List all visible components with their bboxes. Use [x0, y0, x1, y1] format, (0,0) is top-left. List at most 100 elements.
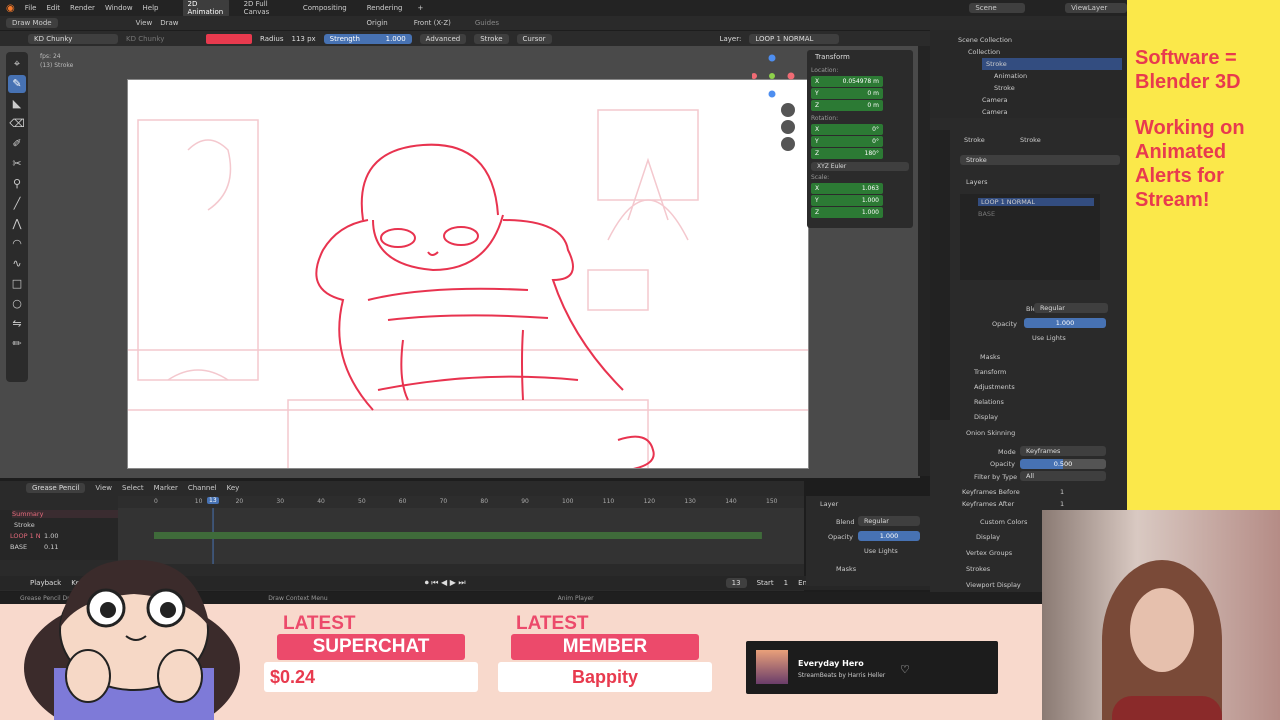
opacity-field[interactable]: 1.000 [1024, 318, 1106, 328]
channel-summary[interactable]: Summary [12, 510, 118, 518]
menu-help[interactable]: Help [143, 4, 159, 12]
navigation-gizmo[interactable] [752, 52, 798, 152]
add-workspace-icon[interactable]: + [417, 4, 423, 12]
outliner-camera-data[interactable]: Camera [982, 106, 1008, 118]
outliner-camera[interactable]: Camera [982, 94, 1008, 106]
dope-view-menu[interactable]: View [95, 484, 112, 492]
tab-rendering[interactable]: Rendering [362, 2, 408, 14]
dope-channel-menu[interactable]: Channel [188, 484, 217, 492]
object-name-field[interactable]: Stroke [960, 155, 1120, 165]
color-swatch[interactable] [206, 33, 252, 44]
section-strokes[interactable]: Strokes [966, 565, 990, 573]
scale-x-field[interactable]: X 1.063 [811, 183, 883, 194]
layer-row-loop1[interactable]: LOOP 1 NORMAL [978, 198, 1094, 206]
rotation-x-field[interactable]: X 0° [811, 124, 883, 135]
section-transform[interactable]: Transform [974, 368, 1006, 376]
dope-key-menu[interactable]: Key [227, 484, 240, 492]
filter-dropdown[interactable]: All [1020, 471, 1106, 481]
onion-skinning-title[interactable]: Onion Skinning [966, 429, 1015, 437]
use-lights-checkbox[interactable]: Use Lights [1032, 334, 1066, 342]
kf-after-field[interactable]: 1 [1060, 500, 1064, 508]
section-vertex-groups[interactable]: Vertex Groups [966, 549, 1012, 557]
box-tool-icon[interactable]: □ [8, 275, 26, 293]
section-adjustments[interactable]: Adjustments [974, 383, 1015, 391]
kf-before-field[interactable]: 1 [1060, 488, 1064, 496]
mode-selector[interactable]: Draw Mode [6, 18, 58, 28]
circle-tool-icon[interactable]: ○ [8, 295, 26, 313]
channel-stroke[interactable]: Stroke [14, 521, 35, 529]
blend-dropdown[interactable]: Regular [1034, 303, 1108, 313]
rotation-y-field[interactable]: Y 0° [811, 136, 883, 147]
channel-loop1-value[interactable]: 1.00 [44, 532, 58, 540]
annotate-tool-icon[interactable]: ✏ [8, 335, 26, 353]
custom-colors-checkbox[interactable]: Custom Colors [980, 518, 1027, 526]
current-frame-indicator[interactable]: 13 [207, 497, 219, 504]
section-display[interactable]: Display [974, 413, 998, 421]
location-z-field[interactable]: Z0 m [811, 100, 883, 111]
tab-compositing[interactable]: Compositing [298, 2, 352, 14]
layer-opacity-field[interactable]: 1.000 [858, 531, 920, 541]
rotation-mode-dropdown[interactable]: XYZ Euler [811, 162, 909, 171]
interpolate-tool-icon[interactable]: ⇋ [8, 315, 26, 333]
scale-y-field[interactable]: Y 1.000 [811, 195, 883, 206]
arc-tool-icon[interactable]: ◠ [8, 235, 26, 253]
cursor-dropdown[interactable]: Cursor [516, 33, 552, 44]
play-controls[interactable]: ⏺ ⏮ ◀ ▶ ⏭ [425, 578, 466, 588]
section-display-2[interactable]: Display [976, 533, 1000, 541]
origin-selector[interactable]: Origin [367, 19, 388, 27]
breadcrumb-object[interactable]: Stroke [964, 136, 985, 144]
guides-toggle[interactable]: Guides [475, 19, 499, 27]
radius-field[interactable]: 113 px [291, 35, 315, 43]
menu-file[interactable]: File [25, 4, 37, 12]
scene-selector[interactable]: Scene [969, 3, 1026, 13]
view-menu[interactable]: View [136, 19, 153, 27]
channel-loop1[interactable]: LOOP 1 N [10, 532, 41, 540]
section-viewport-display[interactable]: Viewport Display [966, 581, 1021, 589]
dope-marker-menu[interactable]: Marker [154, 484, 178, 492]
advanced-dropdown[interactable]: Advanced [419, 33, 467, 44]
channel-base-value[interactable]: 0.11 [44, 543, 58, 551]
outliner-animation[interactable]: Animation [994, 70, 1027, 82]
menu-window[interactable]: Window [105, 4, 133, 12]
rotation-z-field[interactable]: Z 180° [811, 148, 883, 159]
scale-z-field[interactable]: Z 1.000 [811, 207, 883, 218]
brush-preset[interactable]: KD Chunky [126, 35, 198, 43]
layers-title[interactable]: Layers [966, 178, 988, 186]
menu-edit[interactable]: Edit [46, 4, 60, 12]
editor-mode-dropdown[interactable]: Grease Pencil [26, 483, 86, 493]
camera-canvas[interactable] [127, 79, 809, 469]
line-tool-icon[interactable]: ╱ [8, 195, 26, 213]
fill-tool-icon[interactable]: ◣ [8, 95, 26, 113]
location-y-field[interactable]: Y0 m [811, 88, 883, 99]
select-tool-icon[interactable]: ⌖ [8, 55, 26, 73]
eyedropper-tool-icon[interactable]: ⚲ [8, 175, 26, 193]
curve-tool-icon[interactable]: ∿ [8, 255, 26, 273]
outliner-stroke[interactable]: Stroke [982, 58, 1122, 70]
strength-field[interactable]: Strength 1.000 [323, 33, 412, 44]
outliner-scene-collection[interactable]: Scene Collection [958, 34, 1012, 46]
blender-logo-icon[interactable]: ◉ [6, 3, 15, 14]
keyframe-area[interactable] [118, 508, 804, 564]
frame-ruler[interactable]: 0 10 20 30 40 50 60 70 80 90 100 110 120 130 140 150 13 [118, 496, 804, 508]
properties-tabs[interactable] [930, 130, 950, 420]
location-x-field[interactable]: X 0.054978 m [811, 76, 883, 87]
menu-render[interactable]: Render [70, 4, 95, 12]
onion-opacity-field[interactable]: 0.500 [1020, 459, 1106, 469]
section-relations[interactable]: Relations [974, 398, 1004, 406]
channel-base[interactable]: BASE [10, 543, 27, 551]
outliner-collection[interactable]: Collection [968, 46, 1000, 58]
layer-masks[interactable]: Masks [836, 565, 856, 573]
view-layer-selector[interactable]: ViewLayer [1065, 3, 1127, 13]
tint-tool-icon[interactable]: ✐ [8, 135, 26, 153]
brush-selector[interactable]: KD Chunky [28, 33, 118, 44]
start-field[interactable]: 1 [784, 579, 788, 587]
draw-tool-icon[interactable]: ✎ [8, 75, 26, 93]
cutter-tool-icon[interactable]: ✂ [8, 155, 26, 173]
current-frame-field[interactable]: 13 [725, 578, 747, 588]
outliner-stroke-data[interactable]: Stroke [994, 82, 1015, 94]
dope-select-menu[interactable]: Select [122, 484, 144, 492]
projection-selector[interactable]: Front (X-Z) [414, 19, 451, 27]
layer-use-lights[interactable]: Use Lights [864, 547, 898, 555]
draw-menu[interactable]: Draw [160, 19, 178, 27]
section-masks[interactable]: Masks [980, 353, 1000, 361]
